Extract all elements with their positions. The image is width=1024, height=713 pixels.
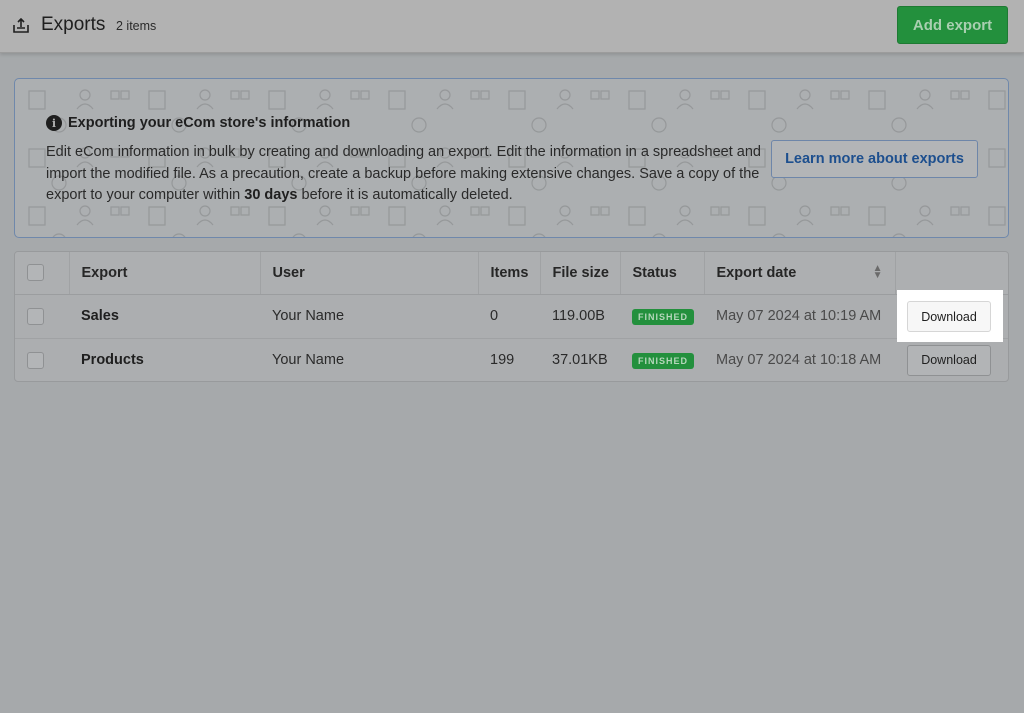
action-cell: Download [895, 338, 1008, 381]
export-name: Products [81, 352, 144, 369]
info-text-end: before it is automatically deleted. [297, 187, 513, 203]
status-cell: FINISHED [620, 338, 704, 381]
column-user: User [260, 252, 479, 295]
learn-more-button[interactable]: Learn more about exports [771, 140, 978, 178]
info-icon: i [46, 115, 62, 131]
column-export-date[interactable]: Export date ▲ ▼ [704, 252, 896, 295]
export-name: Sales [69, 294, 260, 339]
column-file-size: File size [540, 252, 621, 295]
table-header-row: Export User Items File size Status Expor… [15, 252, 1008, 295]
info-title: Exporting your eCom store's information [68, 115, 351, 131]
row-checkbox[interactable] [27, 307, 44, 325]
items-count: 199 [490, 352, 515, 369]
column-items: Items [478, 252, 541, 295]
table-row: Sales Your Name 0 119.00B FINISHED May 0… [15, 294, 1008, 339]
row-select-cell [15, 294, 69, 339]
download-button[interactable]: Download [907, 301, 991, 332]
info-description: Edit eCom information in bulk by creatin… [46, 142, 766, 207]
sort-icon[interactable]: ▲ ▼ [873, 263, 883, 280]
export-date: May 07 2024 at 10:18 AM [716, 352, 882, 369]
item-count: 2 items [116, 19, 157, 33]
status-cell: FINISHED [620, 294, 704, 339]
highlighted-download-spotlight: Download [897, 290, 1003, 342]
column-status: Status [620, 252, 705, 295]
top-bar: Exports 2 items Add export [0, 0, 1024, 53]
row-checkbox[interactable] [27, 351, 44, 369]
user-name: Your Name [260, 294, 478, 339]
table-row: Products Your Name 199 37.01KB FINISHED … [15, 338, 1008, 381]
add-export-button[interactable]: Add export [897, 6, 1008, 44]
status-badge: FINISHED [632, 308, 695, 325]
info-heading: i Exporting your eCom store's informatio… [46, 115, 350, 131]
info-banner: i Exporting your eCom store's informatio… [14, 78, 1009, 238]
file-size: 37.01KB [552, 352, 608, 369]
column-actions [895, 252, 1008, 295]
file-size: 119.00B [540, 294, 620, 339]
select-all-header [15, 252, 70, 295]
row-select-cell [15, 338, 69, 381]
items-count: 0 [478, 294, 540, 339]
export-date-label: Export date [716, 264, 797, 281]
download-button[interactable]: Download [907, 344, 991, 376]
page-title: Exports [41, 14, 106, 35]
export-date: May 07 2024 at 10:19 AM [704, 294, 895, 339]
select-all-checkbox[interactable] [27, 264, 44, 282]
exports-table: Export User Items File size Status Expor… [14, 251, 1009, 382]
export-tray-icon [13, 18, 29, 33]
info-text-bold: 30 days [244, 187, 298, 203]
column-export: Export [69, 252, 261, 295]
user-name: Your Name [272, 352, 345, 369]
status-badge: FINISHED [632, 352, 695, 369]
